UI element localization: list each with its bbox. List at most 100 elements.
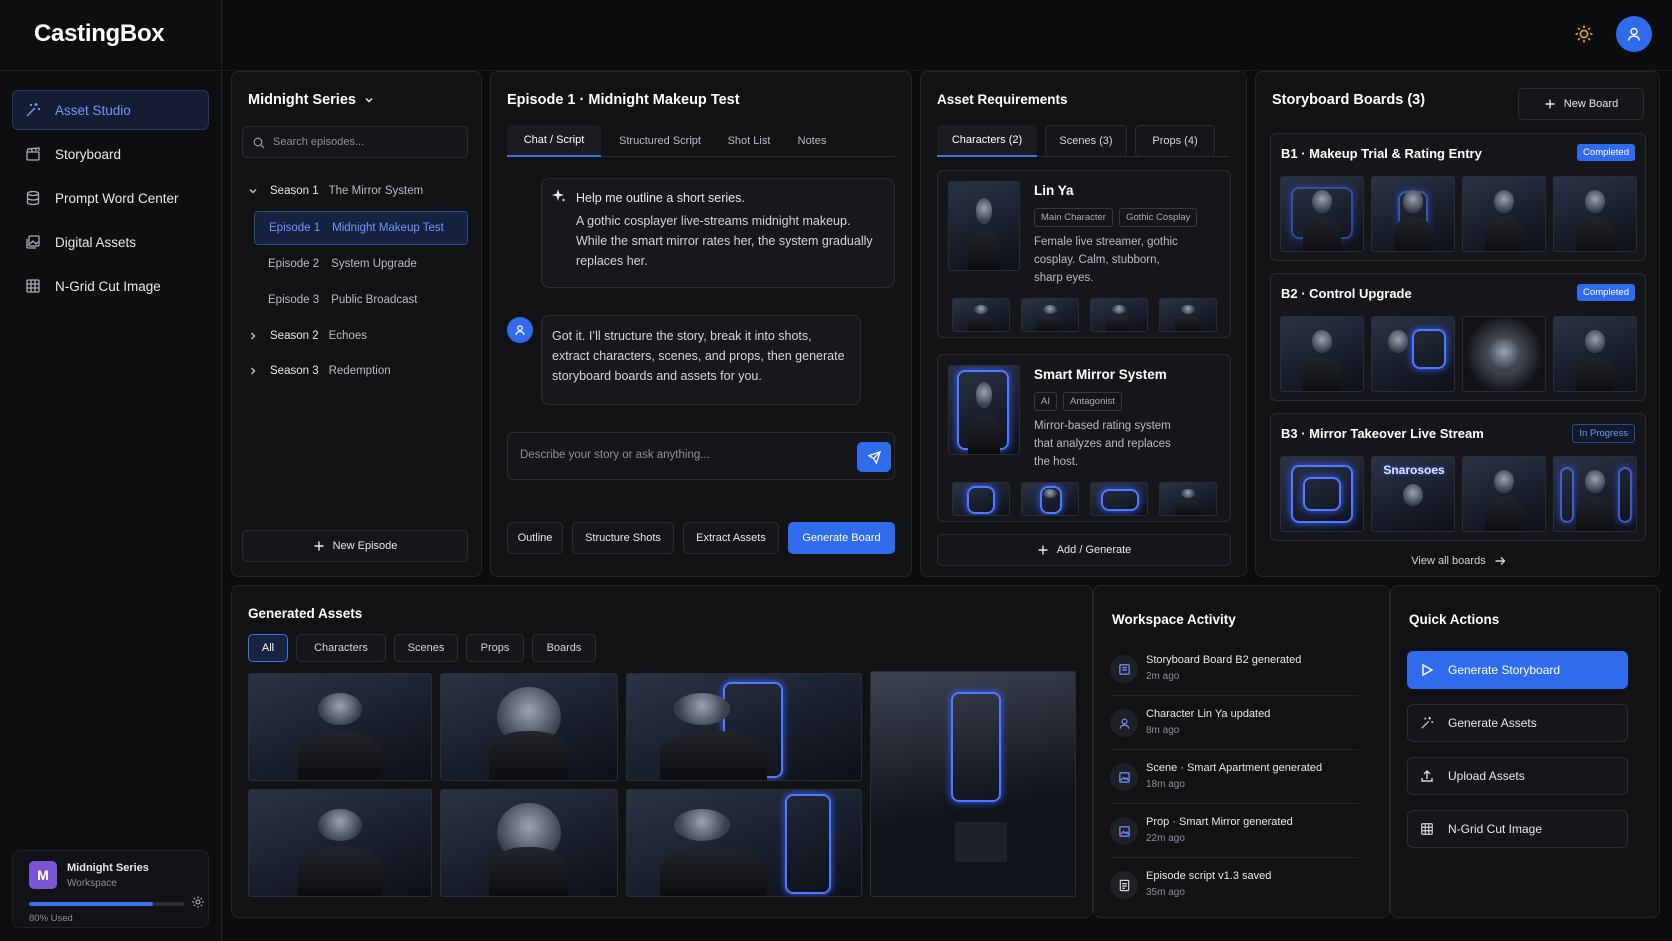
board-frame[interactable] bbox=[1280, 316, 1364, 392]
sidebar-item-label: N-Grid Cut Image bbox=[55, 278, 161, 294]
sidebar-item-prompt-word-center[interactable]: Prompt Word Center bbox=[12, 178, 209, 218]
tree-season-3[interactable]: Season 3 Redemption bbox=[242, 354, 468, 388]
new-board-button[interactable]: New Board bbox=[1518, 88, 1644, 120]
character-portrait bbox=[948, 181, 1020, 271]
activity-item[interactable]: Episode script v1.3 saved 35m ago bbox=[1110, 862, 1358, 912]
extract-assets-button[interactable]: Extract Assets bbox=[683, 522, 779, 554]
tree-season-2[interactable]: Season 2 Echoes bbox=[242, 319, 468, 353]
episode-panel: Episode 1 · Midnight Makeup Test Chat / … bbox=[490, 71, 912, 577]
asset-thumbnail[interactable] bbox=[248, 673, 432, 781]
tab-characters[interactable]: Characters (2) bbox=[937, 125, 1037, 157]
board-frame[interactable] bbox=[1553, 456, 1637, 532]
outline-button[interactable]: Outline bbox=[507, 522, 563, 554]
reference-thumb[interactable] bbox=[1090, 298, 1148, 332]
tab-scenes[interactable]: Scenes (3) bbox=[1045, 125, 1127, 157]
series-panel: Midnight Series Search episodes... Seaso… bbox=[231, 71, 482, 577]
character-tag: Antagonist bbox=[1062, 392, 1122, 411]
activity-item[interactable]: Prop · Smart Mirror generated 22m ago bbox=[1110, 808, 1358, 858]
board-frame[interactable] bbox=[1462, 176, 1546, 252]
character-card-lin-ya[interactable]: Lin Ya Main Character Gothic Cosplay Fema… bbox=[937, 170, 1231, 338]
sidebar-item-asset-studio[interactable]: Asset Studio bbox=[12, 90, 209, 130]
filter-scenes[interactable]: Scenes bbox=[394, 634, 458, 662]
generate-assets-button[interactable]: Generate Assets bbox=[1407, 704, 1628, 742]
board-card-b2[interactable]: B2 · Control Upgrade Completed bbox=[1270, 273, 1646, 401]
gear-icon[interactable] bbox=[191, 895, 205, 909]
reference-thumb[interactable] bbox=[1159, 298, 1217, 332]
asset-thumbnail[interactable] bbox=[248, 789, 432, 897]
reference-thumb[interactable] bbox=[1090, 482, 1148, 516]
character-card-smart-mirror[interactable]: Smart Mirror System AI Antagonist Mirror-… bbox=[937, 354, 1231, 522]
activity-item[interactable]: Storyboard Board B2 generated 2m ago bbox=[1110, 646, 1358, 696]
view-all-boards-link[interactable]: View all boards bbox=[1256, 555, 1659, 567]
structure-shots-button[interactable]: Structure Shots bbox=[572, 522, 674, 554]
asset-thumbnail[interactable] bbox=[626, 673, 862, 781]
chevron-right-icon bbox=[250, 367, 256, 375]
reference-thumb[interactable] bbox=[952, 482, 1010, 516]
board-card-b1[interactable]: B1 · Makeup Trial & Rating Entry Complet… bbox=[1270, 133, 1646, 261]
reference-thumb[interactable] bbox=[1021, 482, 1079, 516]
sidebar-item-storyboard[interactable]: Storyboard bbox=[12, 134, 209, 174]
asset-thumbnail[interactable] bbox=[870, 671, 1076, 897]
reference-thumb[interactable] bbox=[1021, 298, 1079, 332]
episode-label: Episode 2 bbox=[268, 258, 320, 270]
sun-icon[interactable] bbox=[1574, 24, 1594, 44]
character-name: Smart Mirror System bbox=[1034, 367, 1167, 382]
quick-actions-panel: Quick Actions Generate Storyboard Genera… bbox=[1390, 585, 1660, 918]
image-icon bbox=[1110, 817, 1138, 845]
asset-thumbnail[interactable] bbox=[440, 789, 618, 897]
new-episode-label: New Episode bbox=[332, 540, 398, 552]
tab-props[interactable]: Props (4) bbox=[1135, 125, 1215, 157]
reference-thumb[interactable] bbox=[952, 298, 1010, 332]
season-label: Season 3 bbox=[270, 365, 319, 377]
board-frame[interactable] bbox=[1462, 316, 1546, 392]
board-frame[interactable] bbox=[1280, 456, 1364, 532]
upload-assets-button[interactable]: Upload Assets bbox=[1407, 757, 1628, 795]
tab-chat-script[interactable]: Chat / Script bbox=[507, 125, 601, 157]
sidebar-item-n-grid-cut-image[interactable]: N-Grid Cut Image bbox=[12, 266, 209, 306]
board-frame[interactable]: Snarosoes bbox=[1371, 456, 1455, 532]
tab-notes[interactable]: Notes bbox=[787, 125, 837, 157]
board-frame[interactable] bbox=[1371, 176, 1455, 252]
activity-item[interactable]: Character Lin Ya updated 8m ago bbox=[1110, 700, 1358, 750]
add-generate-button[interactable]: Add / Generate bbox=[937, 534, 1231, 566]
filter-boards[interactable]: Boards bbox=[532, 634, 596, 662]
series-selector[interactable]: Midnight Series bbox=[248, 92, 374, 108]
chat-input[interactable]: Describe your story or ask anything... bbox=[507, 432, 895, 480]
character-tag: AI bbox=[1034, 392, 1057, 411]
character-portrait bbox=[948, 365, 1020, 455]
filter-props[interactable]: Props bbox=[466, 634, 524, 662]
board-frame[interactable] bbox=[1462, 456, 1546, 532]
tree-episode-3[interactable]: Episode 3 Public Broadcast bbox=[254, 283, 468, 317]
sidebar-divider bbox=[0, 70, 222, 71]
tab-structured-script[interactable]: Structured Script bbox=[611, 125, 709, 157]
board-frame[interactable] bbox=[1371, 316, 1455, 392]
workspace-card[interactable]: M Midnight Series Workspace 80% Used bbox=[12, 850, 209, 928]
send-button[interactable] bbox=[857, 442, 891, 472]
plus-icon bbox=[1038, 545, 1048, 555]
activity-item[interactable]: Scene · Smart Apartment generated 18m ag… bbox=[1110, 754, 1358, 804]
generate-storyboard-button[interactable]: Generate Storyboard bbox=[1407, 651, 1628, 689]
app-root: CastingBox Asset Studio Storyboard Promp… bbox=[0, 0, 1672, 941]
board-frame[interactable] bbox=[1553, 316, 1637, 392]
filter-all[interactable]: All bbox=[248, 634, 288, 662]
tree-episode-1[interactable]: Episode 1 Midnight Makeup Test bbox=[254, 211, 468, 245]
tree-season-1[interactable]: Season 1 The Mirror System bbox=[242, 174, 468, 208]
new-episode-button[interactable]: New Episode bbox=[242, 530, 468, 562]
series-title: Midnight Series bbox=[248, 92, 356, 108]
asset-thumbnail[interactable] bbox=[626, 789, 862, 897]
filter-characters[interactable]: Characters bbox=[296, 634, 386, 662]
episode-search[interactable]: Search episodes... bbox=[242, 126, 468, 158]
character-description: Mirror-based rating system that analyzes … bbox=[1034, 420, 1171, 468]
board-frame[interactable] bbox=[1280, 176, 1364, 252]
requirements-title: Asset Requirements bbox=[937, 92, 1068, 107]
board-frame[interactable] bbox=[1553, 176, 1637, 252]
n-grid-cut-image-button[interactable]: N-Grid Cut Image bbox=[1407, 810, 1628, 848]
tree-episode-2[interactable]: Episode 2 System Upgrade bbox=[254, 247, 468, 281]
asset-thumbnail[interactable] bbox=[440, 673, 618, 781]
sidebar-item-digital-assets[interactable]: Digital Assets bbox=[12, 222, 209, 262]
reference-thumb[interactable] bbox=[1159, 482, 1217, 516]
board-card-b3[interactable]: B3 · Mirror Takeover Live Stream In Prog… bbox=[1270, 413, 1646, 541]
user-avatar[interactable] bbox=[1616, 16, 1652, 52]
tab-shot-list[interactable]: Shot List bbox=[717, 125, 781, 157]
generate-board-button[interactable]: Generate Board bbox=[788, 522, 895, 554]
